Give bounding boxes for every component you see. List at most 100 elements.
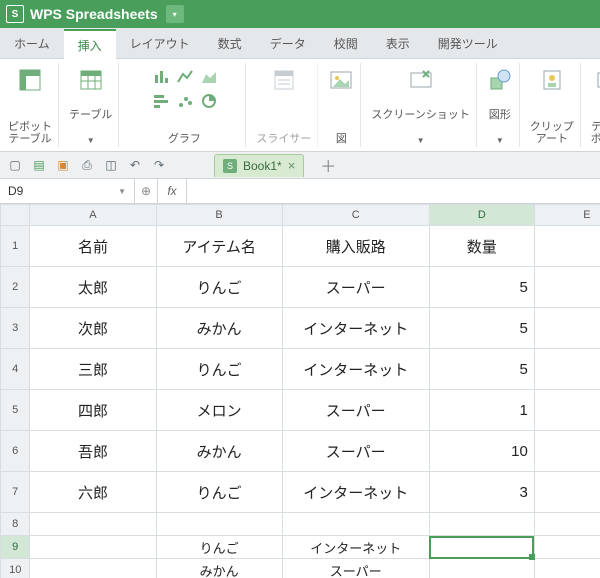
title-dropdown[interactable]: ▾ bbox=[166, 5, 184, 23]
cell[interactable] bbox=[30, 559, 156, 578]
chart-column-icon[interactable] bbox=[149, 65, 173, 89]
cell[interactable] bbox=[534, 349, 600, 390]
qat-redo-icon[interactable]: ↷ bbox=[150, 156, 168, 174]
cell[interactable] bbox=[156, 513, 282, 536]
qat-print-icon[interactable]: ⎙ bbox=[78, 156, 96, 174]
select-all-corner[interactable] bbox=[1, 205, 30, 226]
menu-tab-0[interactable]: ホーム bbox=[0, 28, 64, 58]
cell[interactable]: りんご bbox=[156, 349, 282, 390]
row-header-5[interactable]: 5 bbox=[1, 390, 30, 431]
cell[interactable] bbox=[534, 390, 600, 431]
col-header-D[interactable]: D bbox=[429, 205, 534, 226]
cell[interactable]: 名前 bbox=[30, 226, 156, 267]
ribbon-textbox[interactable]: A テキス ボック bbox=[585, 63, 600, 147]
spreadsheet-grid[interactable]: ABCDE1名前アイテム名購入販路数量2太郎りんごスーパー53次郎みかんインター… bbox=[0, 204, 600, 578]
cell[interactable]: インターネット bbox=[282, 472, 429, 513]
cell[interactable] bbox=[30, 513, 156, 536]
cell[interactable]: 太郎 bbox=[30, 267, 156, 308]
qat-save-icon[interactable]: ▤ bbox=[30, 156, 48, 174]
ribbon-slicer[interactable]: スライサー bbox=[250, 63, 318, 147]
cell[interactable]: インターネット bbox=[282, 349, 429, 390]
chart-bar-icon[interactable] bbox=[149, 89, 173, 113]
row-header-6[interactable]: 6 bbox=[1, 431, 30, 472]
cell[interactable]: スーパー bbox=[282, 559, 429, 578]
col-header-B[interactable]: B bbox=[156, 205, 282, 226]
chart-line-icon[interactable] bbox=[173, 65, 197, 89]
cell[interactable] bbox=[429, 536, 534, 559]
cell[interactable] bbox=[534, 472, 600, 513]
cell[interactable]: スーパー bbox=[282, 390, 429, 431]
fx-label[interactable]: fx bbox=[158, 179, 187, 203]
cell[interactable]: みかん bbox=[156, 559, 282, 578]
cell[interactable] bbox=[534, 513, 600, 536]
menu-tab-6[interactable]: 表示 bbox=[372, 28, 424, 58]
cell[interactable]: 次郎 bbox=[30, 308, 156, 349]
cell[interactable]: 三郎 bbox=[30, 349, 156, 390]
cell[interactable] bbox=[534, 559, 600, 578]
cell[interactable] bbox=[534, 536, 600, 559]
cell[interactable]: 5 bbox=[429, 308, 534, 349]
cell[interactable]: インターネット bbox=[282, 308, 429, 349]
new-tab-button[interactable]: ＋ bbox=[320, 153, 336, 177]
cell[interactable]: りんご bbox=[156, 536, 282, 559]
menu-tab-2[interactable]: レイアウト bbox=[116, 28, 204, 58]
cell[interactable]: 四郎 bbox=[30, 390, 156, 431]
menu-tab-1[interactable]: 挿入 bbox=[64, 29, 116, 59]
cell[interactable]: みかん bbox=[156, 431, 282, 472]
cell[interactable]: 5 bbox=[429, 267, 534, 308]
cell[interactable]: 5 bbox=[429, 349, 534, 390]
row-header-9[interactable]: 9 bbox=[1, 536, 30, 559]
qat-preview-icon[interactable]: ◫ bbox=[102, 156, 120, 174]
row-header-8[interactable]: 8 bbox=[1, 513, 30, 536]
cell[interactable]: 購入販路 bbox=[282, 226, 429, 267]
cell[interactable] bbox=[534, 267, 600, 308]
cell[interactable]: 1 bbox=[429, 390, 534, 431]
ribbon-image[interactable]: 図 bbox=[322, 63, 361, 147]
cell[interactable]: スーパー bbox=[282, 431, 429, 472]
cell[interactable] bbox=[282, 513, 429, 536]
menu-tab-7[interactable]: 開発ツール bbox=[424, 28, 512, 58]
name-box[interactable]: D9 ▼ bbox=[0, 179, 135, 203]
cell[interactable]: アイテム名 bbox=[156, 226, 282, 267]
cell[interactable]: インターネット bbox=[282, 536, 429, 559]
chart-scatter-icon[interactable] bbox=[173, 89, 197, 113]
qat-new-icon[interactable]: ▢ bbox=[6, 156, 24, 174]
cancel-formula-icon[interactable]: ⊕ bbox=[135, 179, 158, 203]
ribbon-table[interactable]: テーブル ▼ bbox=[63, 63, 119, 147]
cell[interactable] bbox=[429, 559, 534, 578]
menu-tab-3[interactable]: 数式 bbox=[204, 28, 256, 58]
cell[interactable]: 数量 bbox=[429, 226, 534, 267]
formula-input[interactable] bbox=[187, 179, 600, 203]
cell[interactable]: メロン bbox=[156, 390, 282, 431]
cell[interactable]: スーパー bbox=[282, 267, 429, 308]
qat-open-icon[interactable]: ▣ bbox=[54, 156, 72, 174]
chart-more-icon[interactable] bbox=[197, 89, 221, 113]
menu-tab-5[interactable]: 校閲 bbox=[320, 28, 372, 58]
cell[interactable]: 六郎 bbox=[30, 472, 156, 513]
menu-tab-4[interactable]: データ bbox=[256, 28, 320, 58]
ribbon-pivot-table[interactable]: ピボット テーブル bbox=[2, 63, 59, 147]
row-header-7[interactable]: 7 bbox=[1, 472, 30, 513]
cell[interactable] bbox=[429, 513, 534, 536]
cell[interactable]: 10 bbox=[429, 431, 534, 472]
cell[interactable] bbox=[534, 226, 600, 267]
chart-area-icon[interactable] bbox=[197, 65, 221, 89]
row-header-2[interactable]: 2 bbox=[1, 267, 30, 308]
cell[interactable] bbox=[534, 431, 600, 472]
row-header-4[interactable]: 4 bbox=[1, 349, 30, 390]
col-header-C[interactable]: C bbox=[282, 205, 429, 226]
ribbon-screenshot[interactable]: スクリーンショット ▼ bbox=[365, 63, 476, 147]
ribbon-clipart[interactable]: クリップ アート bbox=[524, 63, 581, 147]
row-header-3[interactable]: 3 bbox=[1, 308, 30, 349]
col-header-A[interactable]: A bbox=[30, 205, 156, 226]
row-header-1[interactable]: 1 bbox=[1, 226, 30, 267]
qat-undo-icon[interactable]: ↶ bbox=[126, 156, 144, 174]
cell[interactable]: 3 bbox=[429, 472, 534, 513]
col-header-E[interactable]: E bbox=[534, 205, 600, 226]
cell[interactable] bbox=[534, 308, 600, 349]
document-tab[interactable]: S Book1* × bbox=[214, 154, 304, 177]
row-header-10[interactable]: 10 bbox=[1, 559, 30, 578]
ribbon-shapes[interactable]: 図形 ▼ bbox=[481, 63, 520, 147]
cell[interactable]: 吾郎 bbox=[30, 431, 156, 472]
cell[interactable]: みかん bbox=[156, 308, 282, 349]
